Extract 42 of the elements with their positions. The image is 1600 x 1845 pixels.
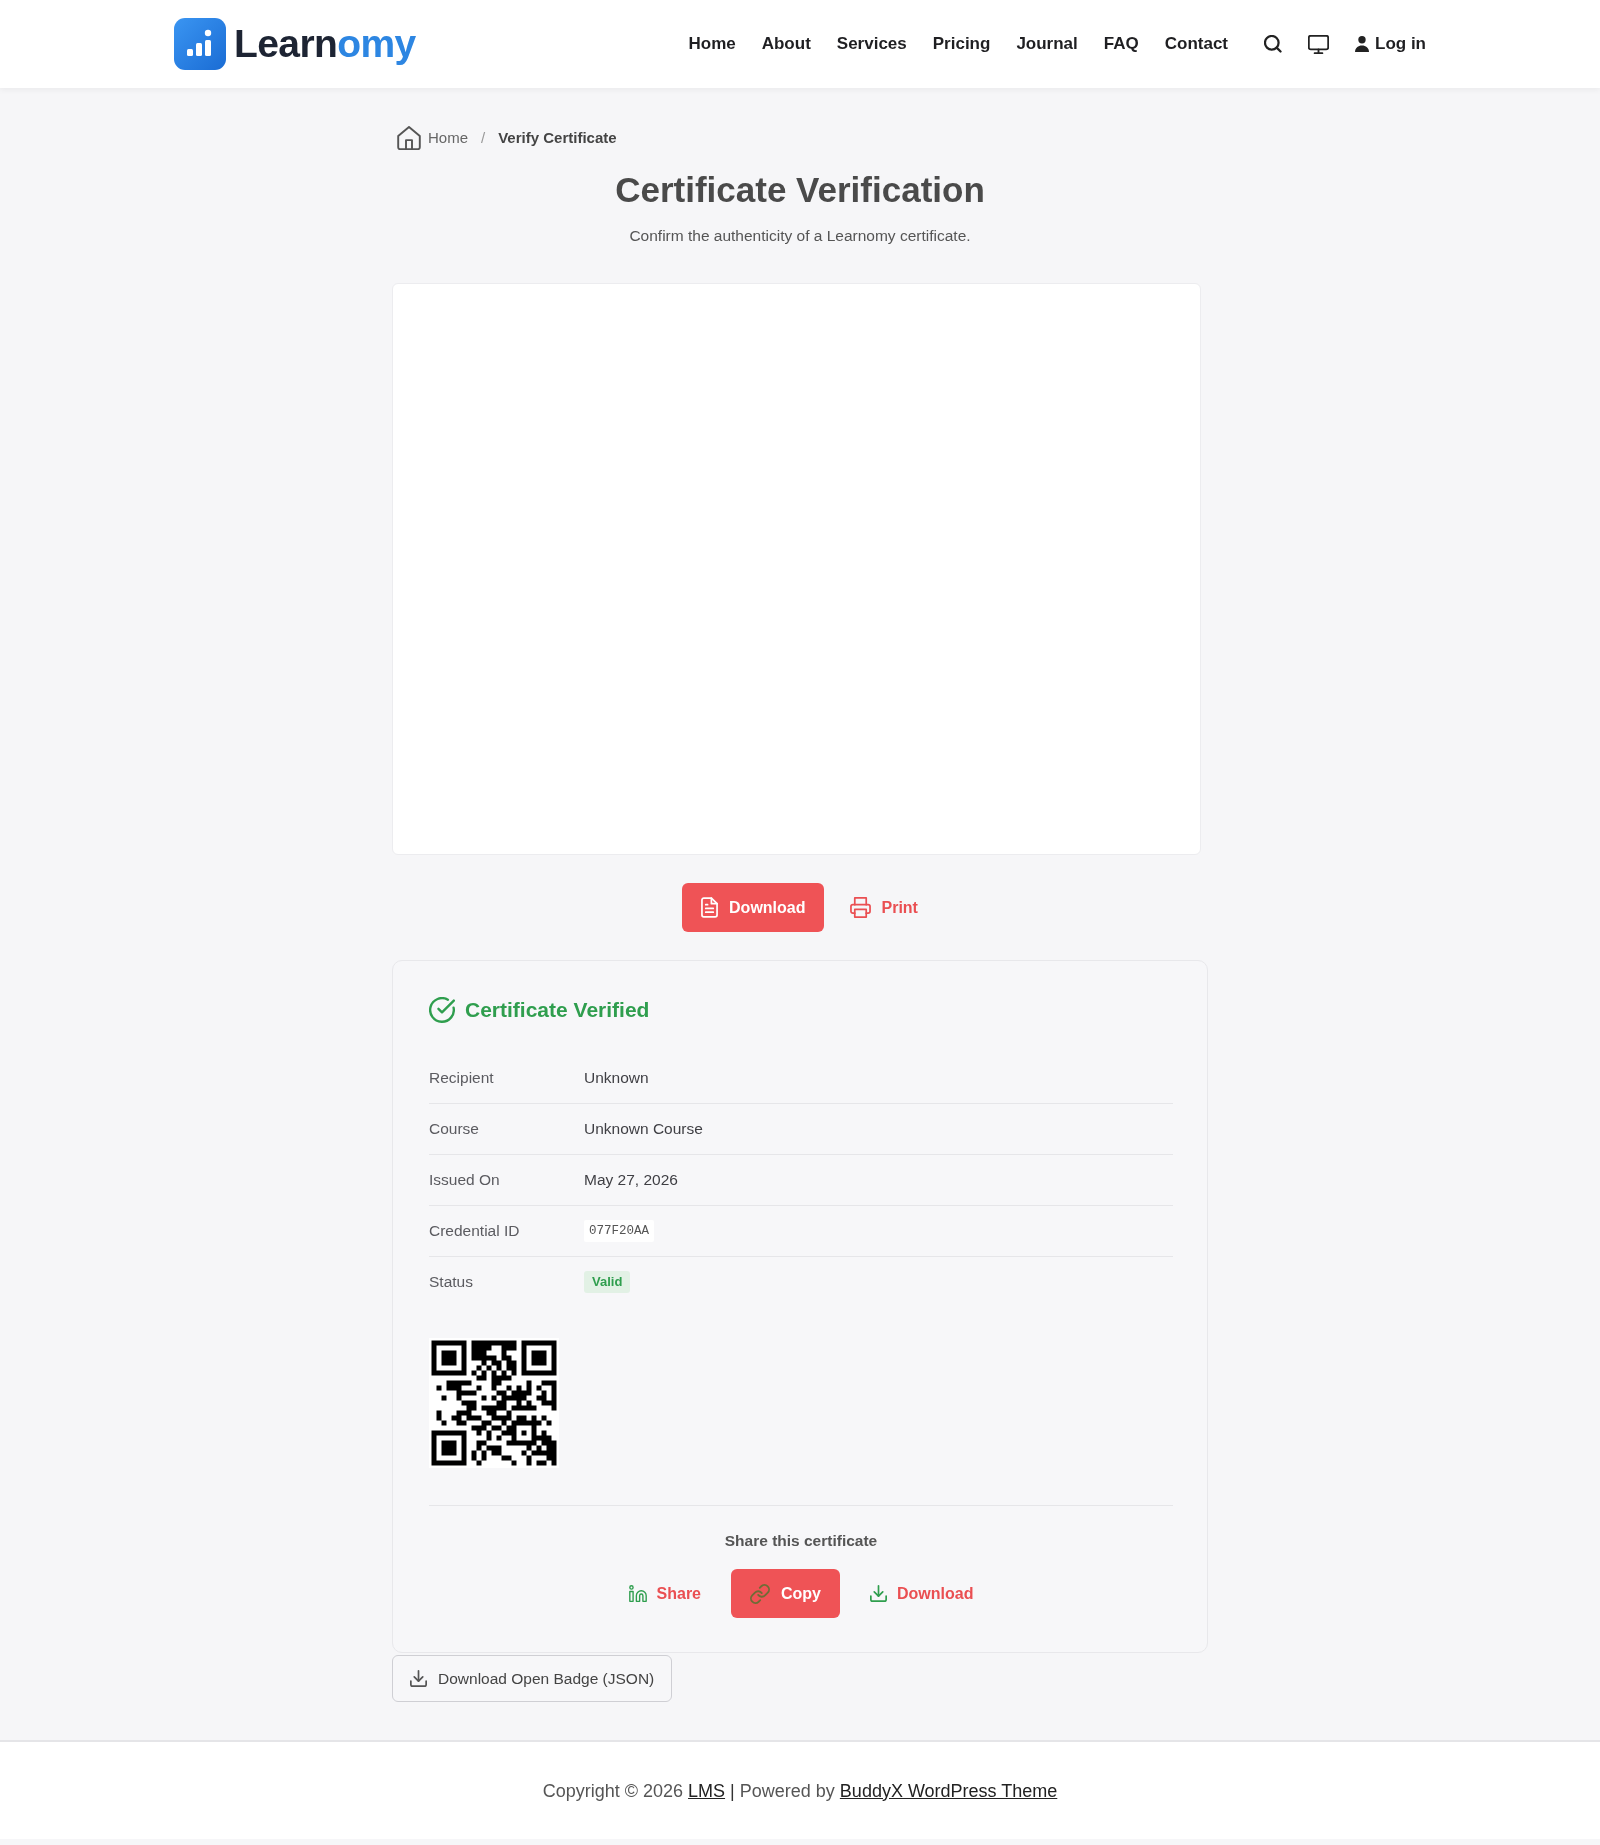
breadcrumb-link[interactable]: Home <box>397 126 468 150</box>
monitor-icon[interactable] <box>1308 34 1329 54</box>
document-icon <box>701 897 719 918</box>
footer-link[interactable]: LMS <box>688 1780 726 1801</box>
footer-link[interactable]: BuddyX WordPress Theme <box>839 1780 1058 1801</box>
breadcrumb-separator: / <box>481 128 486 148</box>
download-icon <box>870 1585 887 1602</box>
nav-link[interactable]: Services <box>836 32 907 56</box>
credential-id: 077F20AA <box>584 1220 654 1242</box>
page-title: Certificate Verification <box>614 169 986 211</box>
field-value: Unknown Course <box>584 1119 703 1139</box>
download-icon <box>410 1670 427 1687</box>
check-circle-icon <box>429 997 455 1023</box>
nav-link[interactable]: Journal <box>1016 32 1078 56</box>
open-badge-download-button[interactable]: Download Open Badge (JSON) <box>392 1655 673 1702</box>
nav-link[interactable]: Contact <box>1164 32 1228 56</box>
user-icon <box>1355 36 1369 52</box>
field-label: Course <box>429 1119 480 1139</box>
logo-icon[interactable] <box>174 18 226 70</box>
search-icon[interactable] <box>1264 35 1282 53</box>
breadcrumb-current: Verify Certificate <box>498 128 617 148</box>
field-label: Credential ID <box>429 1221 521 1241</box>
logo-text[interactable]: Learnomy <box>234 22 416 66</box>
home-icon <box>397 126 421 150</box>
status-badge: Valid <box>584 1271 631 1293</box>
verified-heading: Certificate Verified <box>465 997 650 1023</box>
field-label: Issued On <box>429 1170 501 1190</box>
linkedin-icon <box>628 1584 647 1603</box>
field-label: Recipient <box>429 1068 495 1088</box>
login-link[interactable]: Log in <box>1355 32 1426 56</box>
page-subtitle: Confirm the authenticity of a Learnomy certificate. <box>628 226 972 246</box>
nav-link[interactable]: Home <box>688 32 736 56</box>
field-value: May 27, 2026 <box>584 1170 678 1190</box>
field-label: Status <box>429 1272 474 1292</box>
printer-icon <box>850 897 872 918</box>
footer-copyright: Copyright © 2026 LMS | Powered by BuddyX WordPress Theme <box>542 1779 1058 1803</box>
share-heading: Share this certificate <box>723 1531 879 1551</box>
field-value: Unknown <box>584 1068 649 1088</box>
nav-link[interactable]: About <box>761 32 811 56</box>
nav-link[interactable]: Pricing <box>932 32 991 56</box>
chain-link-icon <box>750 1583 770 1604</box>
nav-link[interactable]: FAQ <box>1103 32 1139 56</box>
